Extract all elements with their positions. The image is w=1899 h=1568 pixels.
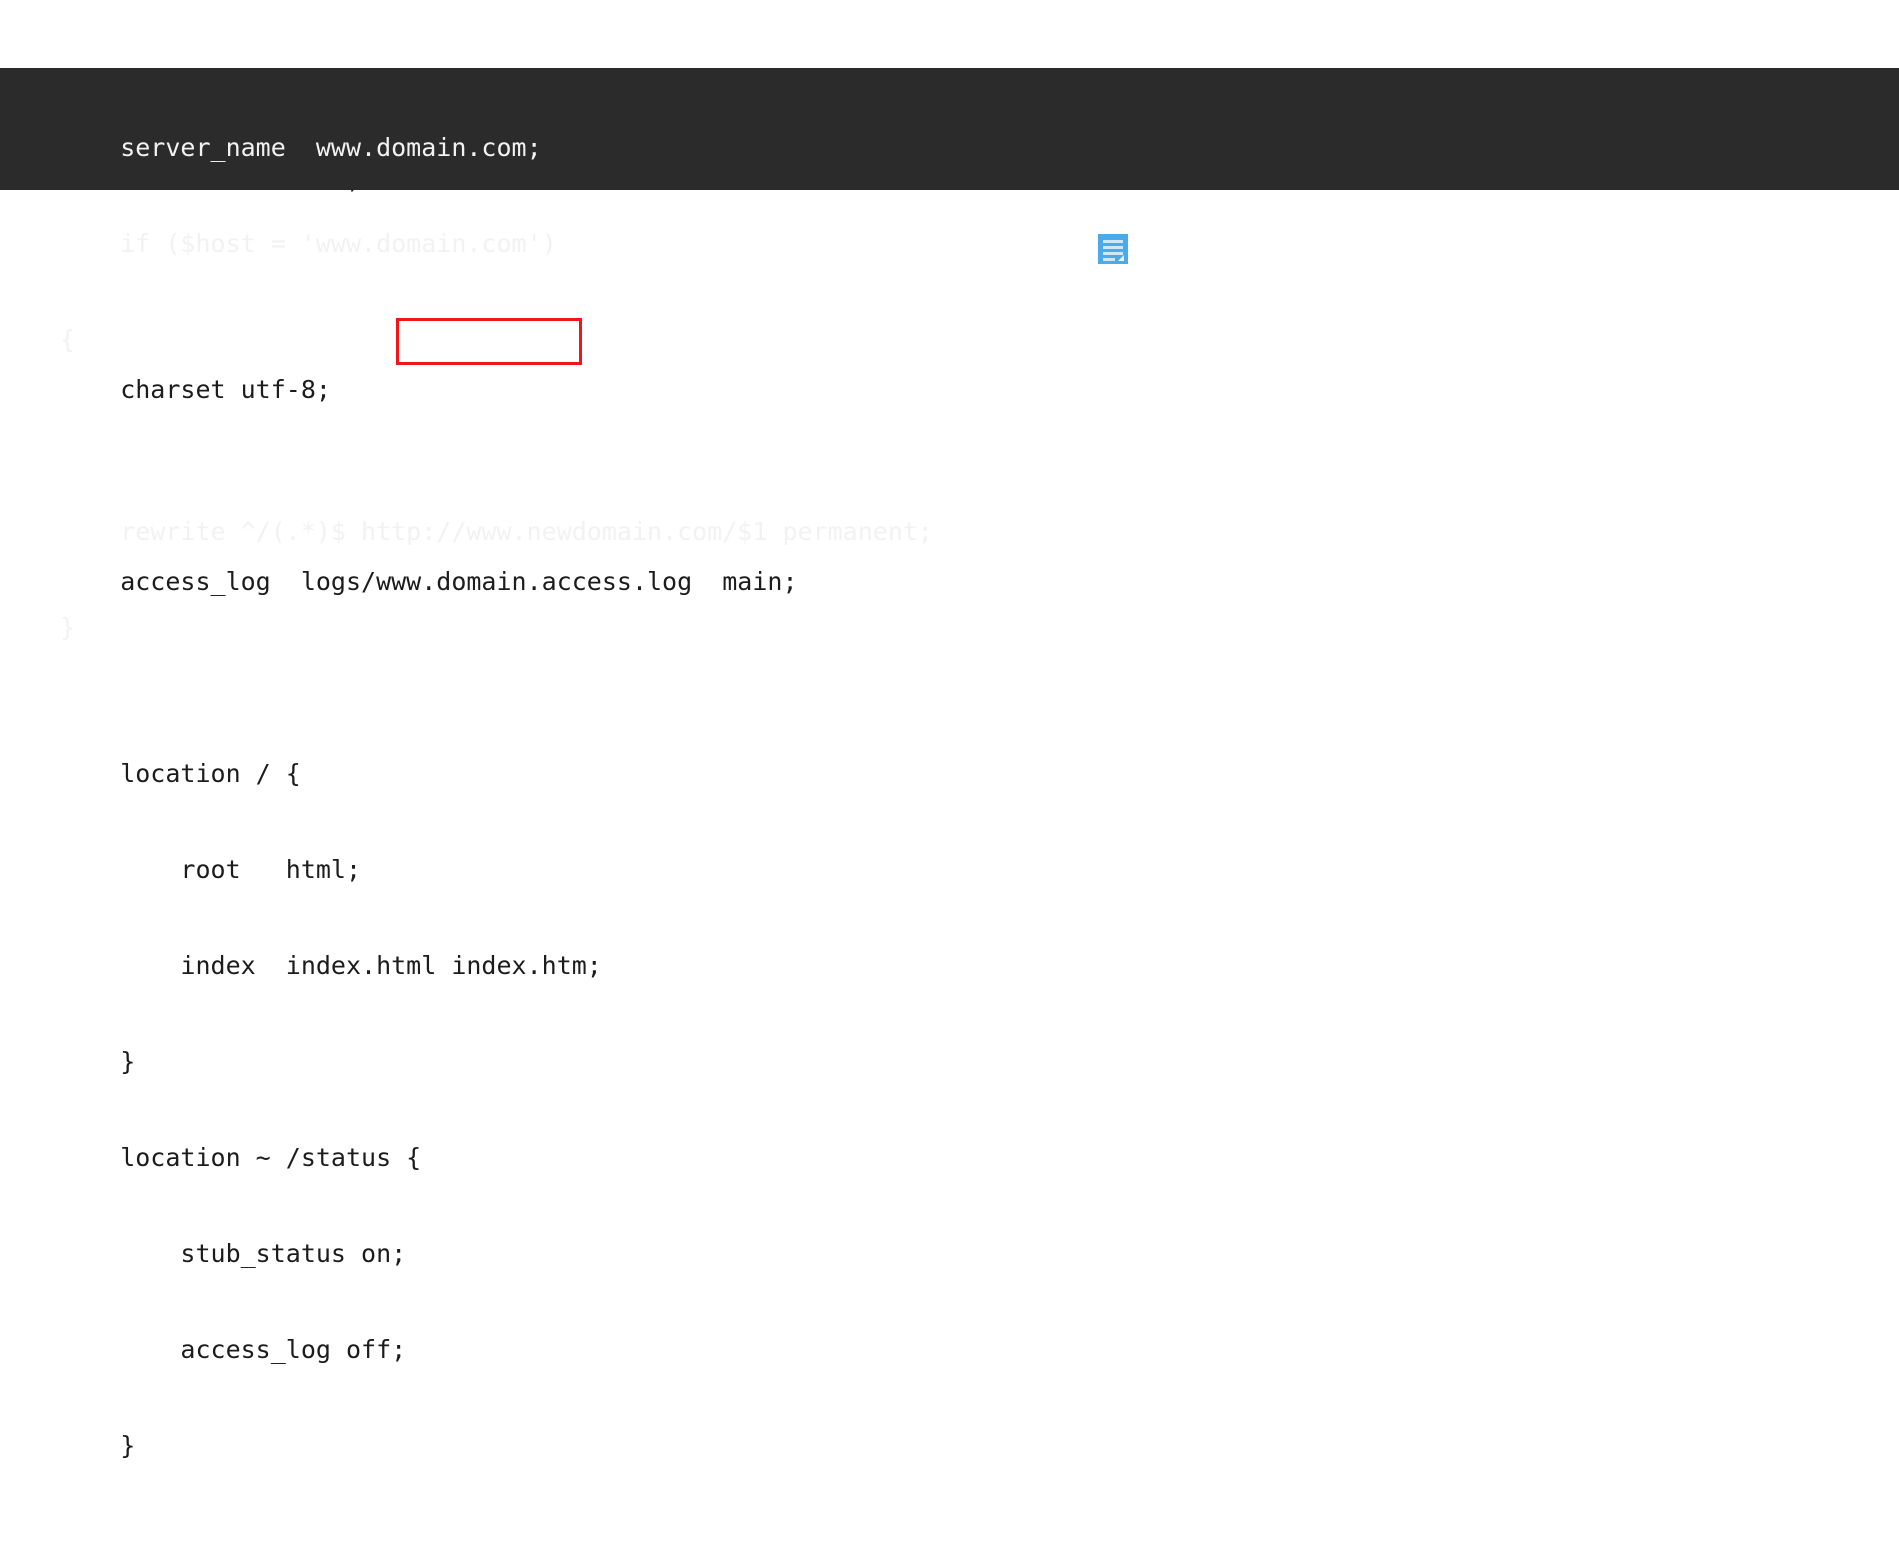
code-line: } (60, 1431, 136, 1460)
code-line: { (60, 325, 76, 354)
code-line: } (60, 613, 76, 642)
code-line: server_name www.domain.com; (60, 133, 542, 162)
code-line: } (60, 1047, 136, 1076)
code-line: index index.html index.htm; (60, 951, 602, 980)
code-viewer: server { listen 80; server_name www.doma… (0, 0, 1899, 1460)
code-line: location ~ /status { (60, 1143, 422, 1172)
code-line: if ($host = 'www.domain.com') (60, 229, 557, 258)
code-line: rewrite ^/(.*)$ http://www.newdomain.com… (60, 517, 933, 546)
code-selection-band[interactable]: server_name www.domain.com; if ($host = … (0, 68, 1899, 642)
document-icon-line (1103, 240, 1123, 243)
code-line: stub_status on; (60, 1239, 407, 1268)
document-icon-line (1103, 258, 1115, 261)
code-line: access_log off; (60, 1335, 407, 1364)
document-icon-line (1103, 246, 1123, 249)
code-line: location / { (60, 759, 301, 788)
document-icon[interactable] (1098, 234, 1128, 264)
document-icon-corner (1118, 255, 1124, 261)
code-line: root html; (60, 855, 362, 884)
highlight-rectangle (396, 318, 582, 365)
code-selection-text: server_name www.domain.com; if ($host = … (0, 68, 1899, 708)
